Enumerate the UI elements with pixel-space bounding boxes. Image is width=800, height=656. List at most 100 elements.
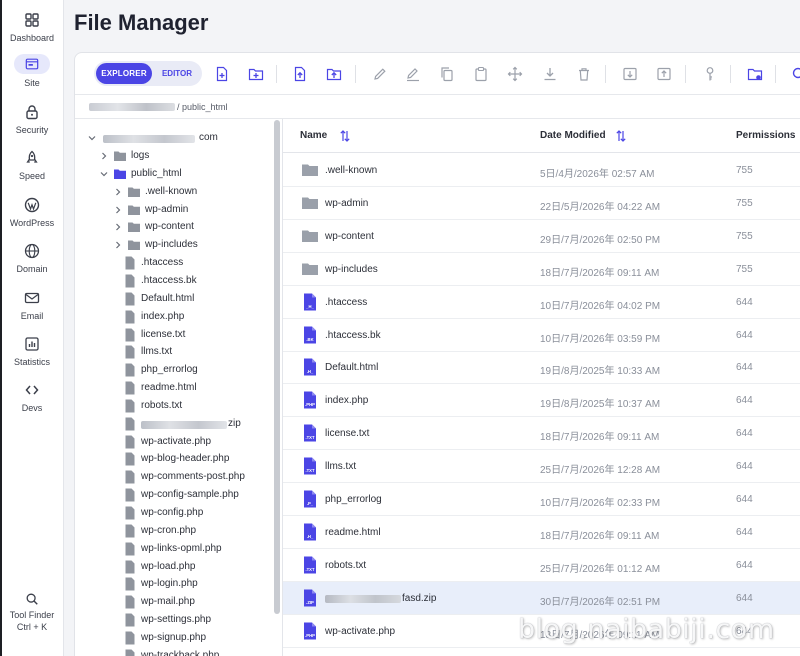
tree-folder[interactable]: wp-includes: [113, 237, 275, 255]
folder-size-button[interactable]: [747, 66, 763, 82]
toolbar-separator: [605, 65, 606, 83]
tree-file[interactable]: llms.txt: [113, 344, 275, 362]
move-button[interactable]: [507, 66, 523, 82]
file-table: Name Date Modified Permissions .well-kno…: [283, 119, 800, 656]
tree-item-label: Default.html: [141, 292, 195, 304]
tree-folder[interactable]: .well-known: [113, 184, 275, 202]
file-icon: [123, 256, 137, 270]
chevron-right-icon[interactable]: [113, 240, 123, 250]
tree-file[interactable]: wp-settings.php: [113, 612, 275, 630]
chevron-down-icon[interactable]: [87, 133, 97, 143]
new-file-button[interactable]: [214, 66, 230, 82]
tree-file[interactable]: wp-activate.php: [113, 434, 275, 452]
column-permissions[interactable]: Permissions: [736, 130, 795, 141]
tree-file[interactable]: wp-signup.php: [113, 630, 275, 648]
table-row[interactable]: .PHP index.php 19日/8月/2025年 10:37 AM 644: [283, 384, 800, 418]
breadcrumb-root-redacted[interactable]: [89, 103, 175, 111]
archive-button[interactable]: [622, 66, 638, 82]
tree-file[interactable]: robots.txt: [113, 398, 275, 416]
breadcrumb-current[interactable]: / public_html: [177, 102, 228, 112]
table-row[interactable]: .TXT llms.txt 25日/7月/2026年 12:28 AM 644: [283, 450, 800, 484]
table-row[interactable]: wp-admin 22日/5月/2026年 04:22 AM 755: [283, 187, 800, 220]
table-row[interactable]: .H_ Default.html 19日/8月/2025年 10:33 AM 644: [283, 351, 800, 385]
tree-file[interactable]: wp-links-opml.php: [113, 541, 275, 559]
paste-button[interactable]: [473, 66, 489, 82]
file-icon: .TXT: [301, 556, 319, 574]
tree-file[interactable]: php_errorlog: [113, 362, 275, 380]
nav-wordpress[interactable]: WordPress: [2, 197, 62, 228]
nav-statistics[interactable]: Statistics: [2, 336, 62, 367]
date-modified: 10日/7月/2026年 03:59 PM: [540, 333, 661, 345]
table-row[interactable]: .well-known 5日/4月/2026年 02:57 AM 755: [283, 154, 800, 187]
nav-speed[interactable]: Speed: [2, 150, 62, 181]
edit-button[interactable]: [405, 66, 421, 82]
table-row[interactable]: wp-content 29日/7月/2026年 02:50 PM 755: [283, 220, 800, 253]
table-row[interactable]: .TXT license.txt 18日/7月/2026年 09:11 AM 644: [283, 417, 800, 451]
download-button[interactable]: [542, 66, 558, 82]
tree-file[interactable]: wp-mail.php: [113, 594, 275, 612]
tree-file[interactable]: wp-config.php: [113, 505, 275, 523]
tree-folder[interactable]: logs: [99, 148, 275, 166]
tree-file[interactable]: readme.html: [113, 380, 275, 398]
tree-file[interactable]: index.php: [113, 309, 275, 327]
date-modified: 10日/7月/2026年 04:02 PM: [540, 300, 661, 312]
copy-button[interactable]: [439, 66, 455, 82]
nav-dashboard[interactable]: Dashboard: [2, 12, 62, 43]
search-button[interactable]: [791, 66, 800, 82]
tree-file[interactable]: .htaccess: [113, 255, 275, 273]
chevron-right-icon[interactable]: [113, 222, 123, 232]
tree-file[interactable]: wp-blog-header.php: [113, 451, 275, 469]
sort-icon[interactable]: [615, 129, 627, 143]
tree-folder[interactable]: public_html: [99, 166, 275, 184]
table-row[interactable]: .P_ php_errorlog 10日/7月/2026年 02:33 PM 644: [283, 483, 800, 516]
editor-tab[interactable]: EDITOR: [154, 63, 200, 84]
delete-button[interactable]: [576, 66, 592, 82]
tree-file[interactable]: wp-cron.php: [113, 523, 275, 541]
tree-file[interactable]: Default.html: [113, 291, 275, 309]
chevron-right-icon[interactable]: [113, 205, 123, 215]
table-row[interactable]: .ZIP fasd.zip 30日/7月/2026年 02:51 PM 644: [283, 581, 800, 615]
permissions-button[interactable]: [702, 66, 718, 82]
new-folder-button[interactable]: [248, 66, 264, 82]
tree-root[interactable]: com: [87, 130, 275, 148]
tree-file[interactable]: wp-trackback.php: [113, 648, 275, 656]
tool-finder-button[interactable]: Tool Finder Ctrl + K: [2, 592, 62, 633]
table-row[interactable]: .BK .htaccess.bk 10日/7月/2026年 03:59 PM 644: [283, 319, 800, 352]
nav-domain[interactable]: Domain: [2, 243, 62, 274]
file-icon: [123, 506, 137, 520]
tree-file[interactable]: .htaccess.bk: [113, 273, 275, 291]
chevron-right-icon[interactable]: [113, 187, 123, 197]
table-row[interactable]: _H_ .htaccess 10日/7月/2026年 04:02 PM 644: [283, 286, 800, 319]
extract-button[interactable]: [656, 66, 672, 82]
tree-file[interactable]: wp-login.php: [113, 576, 275, 594]
nav-security[interactable]: Security: [2, 104, 62, 135]
nav-devs[interactable]: Devs: [2, 382, 62, 413]
table-row[interactable]: .TXT robots.txt 25日/7月/2026年 01:12 AM 644: [283, 549, 800, 582]
upload-file-button[interactable]: [292, 66, 308, 82]
tree-file[interactable]: wp-load.php: [113, 559, 275, 577]
explorer-tab[interactable]: EXPLORER: [96, 63, 152, 84]
tree-scrollbar[interactable]: [274, 120, 280, 614]
table-row[interactable]: .H_ readme.html 18日/7月/2026年 09:11 AM 644: [283, 516, 800, 549]
file-icon: .ZIP: [301, 589, 319, 607]
chevron-down-icon[interactable]: [99, 169, 109, 179]
nav-label: Site: [24, 78, 40, 88]
table-row[interactable]: wp-includes 18日/7月/2026年 09:11 AM 755: [283, 253, 800, 286]
tree-file[interactable]: zip: [113, 416, 275, 434]
permissions: 644: [736, 526, 753, 538]
date-modified: 25日/7月/2026年 01:12 AM: [540, 563, 661, 575]
tree-folder[interactable]: wp-admin: [113, 202, 275, 220]
tree-file[interactable]: wp-comments-post.php: [113, 469, 275, 487]
column-name[interactable]: Name: [300, 130, 327, 141]
column-date[interactable]: Date Modified: [540, 130, 606, 141]
file-icon: .H_: [301, 523, 319, 541]
sort-icon[interactable]: [339, 129, 351, 143]
upload-folder-button[interactable]: [326, 66, 342, 82]
chevron-right-icon[interactable]: [99, 151, 109, 161]
tree-folder[interactable]: wp-content: [113, 219, 275, 237]
tree-file[interactable]: license.txt: [113, 327, 275, 345]
nav-email[interactable]: Email: [2, 290, 62, 321]
rename-button[interactable]: [372, 66, 388, 82]
tree-file[interactable]: wp-config-sample.php: [113, 487, 275, 505]
nav-site[interactable]: Site: [2, 54, 62, 88]
